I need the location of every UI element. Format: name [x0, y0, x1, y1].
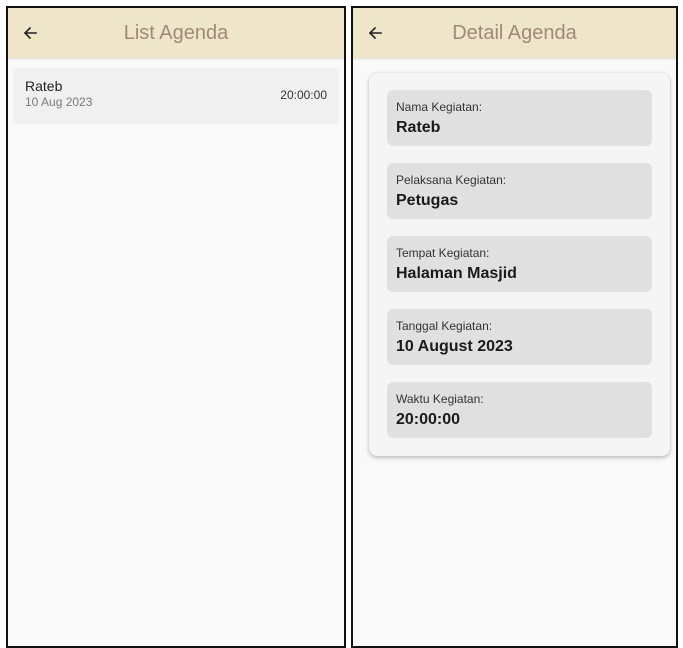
field-value: 20:00:00	[396, 411, 461, 428]
field-nama-kegiatan: Nama Kegiatan: Rateb	[387, 90, 652, 146]
list-agenda-screen: List Agenda Rateb 10 Aug 2023 20:00:00	[6, 6, 346, 648]
field-tempat-kegiatan: Tempat Kegiatan: Halaman Masjid	[387, 236, 652, 292]
field-value: Halaman Masjid	[396, 265, 517, 282]
app-bar: List Agenda	[8, 8, 344, 58]
field-label: Tempat Kegiatan:	[396, 246, 490, 260]
arrow-left-icon	[23, 26, 37, 40]
page-title: Detail Agenda	[452, 21, 577, 44]
agenda-time: 20:00:00	[280, 88, 327, 102]
page-title: List Agenda	[123, 21, 229, 44]
field-value: Petugas	[396, 192, 459, 209]
back-button[interactable]	[353, 8, 397, 58]
field-label: Pelaksana Kegiatan:	[396, 173, 507, 187]
list-item[interactable]: Rateb 10 Aug 2023 20:00:00	[13, 68, 339, 124]
detail-card: Nama Kegiatan: Rateb Pelaksana Kegiatan:…	[369, 73, 670, 456]
arrow-left-icon	[368, 26, 382, 40]
field-tanggal-kegiatan: Tanggal Kegiatan: 10 August 2023	[387, 309, 652, 365]
field-waktu-kegiatan: Waktu Kegiatan: 20:00:00	[387, 382, 652, 438]
back-button[interactable]	[8, 8, 52, 58]
field-value: Rateb	[396, 119, 441, 136]
agenda-list: Rateb 10 Aug 2023 20:00:00	[8, 58, 344, 124]
app-bar: Detail Agenda	[353, 8, 676, 58]
field-label: Waktu Kegiatan:	[396, 392, 484, 406]
field-value: 10 August 2023	[396, 338, 513, 355]
detail-agenda-screen: Detail Agenda Nama Kegiatan: Rateb Pelak…	[351, 6, 678, 648]
field-label: Tanggal Kegiatan:	[396, 319, 493, 333]
field-label: Nama Kegiatan:	[396, 100, 483, 114]
field-pelaksana-kegiatan: Pelaksana Kegiatan: Petugas	[387, 163, 652, 219]
